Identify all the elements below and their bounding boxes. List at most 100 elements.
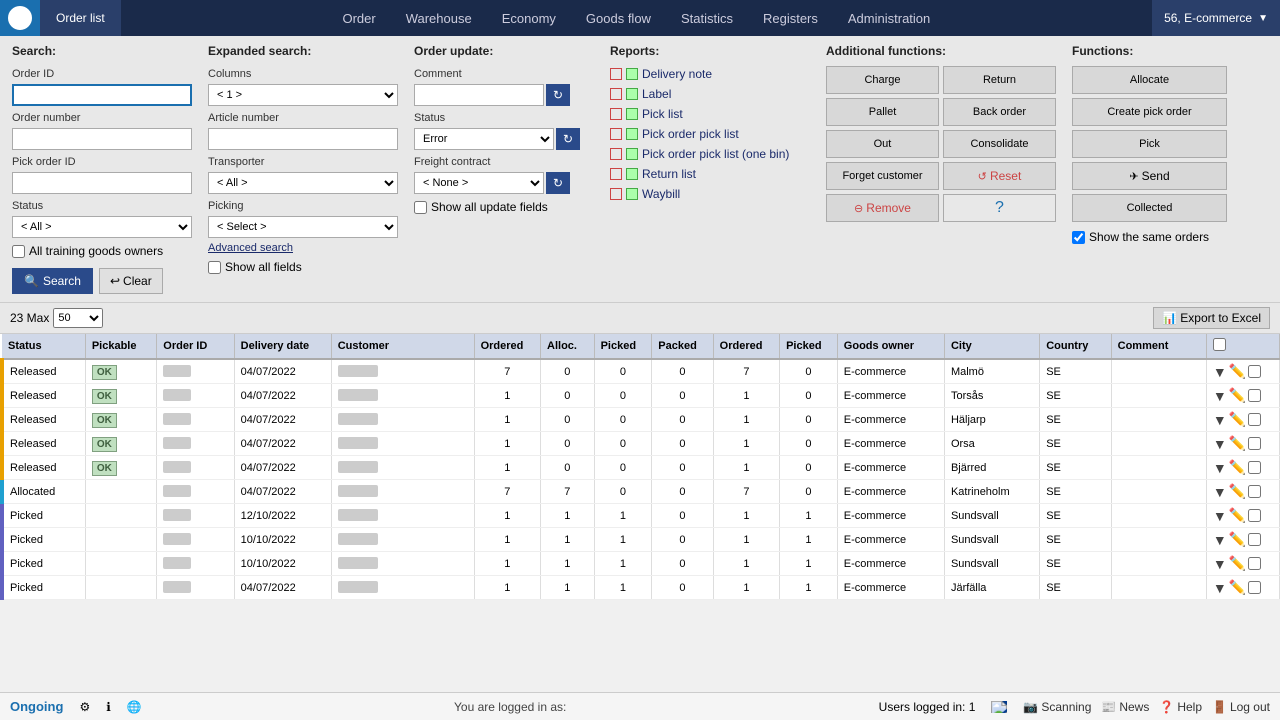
- export-to-excel-button[interactable]: 📊 Export to Excel: [1153, 307, 1270, 329]
- status-refresh-button[interactable]: ↻: [556, 128, 580, 150]
- col-header-picked2[interactable]: Picked: [780, 334, 838, 359]
- back-order-button[interactable]: Back order: [943, 98, 1056, 126]
- edit-button[interactable]: ✏️: [1229, 507, 1246, 524]
- charge-button[interactable]: Charge: [826, 66, 939, 94]
- expand-button[interactable]: ▼: [1213, 460, 1227, 476]
- report-pick-order-pick-list[interactable]: Pick order pick list: [610, 126, 810, 142]
- cell-order-id[interactable]: [157, 528, 234, 552]
- table-row[interactable]: Picked 04/07/2022 1 1 1 0 1 1 E-commerce…: [2, 576, 1280, 600]
- expand-button[interactable]: ▼: [1213, 532, 1227, 548]
- row-checkbox[interactable]: [1248, 581, 1261, 594]
- report-return-list[interactable]: Return list: [610, 166, 810, 182]
- col-header-status[interactable]: Status: [2, 334, 85, 359]
- forget-customer-button[interactable]: Forget customer: [826, 162, 939, 190]
- table-row[interactable]: Picked 10/10/2022 1 1 1 0 1 1 E-commerce…: [2, 528, 1280, 552]
- help-link[interactable]: ❓ Help: [1159, 700, 1202, 714]
- edit-button[interactable]: ✏️: [1229, 459, 1246, 476]
- edit-button[interactable]: ✏️: [1229, 483, 1246, 500]
- select-all-checkbox[interactable]: [1213, 338, 1226, 351]
- row-checkbox[interactable]: [1248, 365, 1261, 378]
- create-pick-order-button[interactable]: Create pick order: [1072, 98, 1227, 126]
- nav-goods-flow[interactable]: Goods flow: [572, 3, 665, 34]
- columns-select[interactable]: < 1 >: [208, 84, 398, 106]
- table-row[interactable]: Released OK 04/07/2022 1 0 0 0 1 0 E-com…: [2, 408, 1280, 432]
- nav-order[interactable]: Order: [328, 3, 389, 34]
- nav-warehouse[interactable]: Warehouse: [392, 3, 486, 34]
- table-scroll-area[interactable]: Status Pickable Order ID Delivery date C…: [0, 334, 1280, 692]
- table-row[interactable]: Released OK 04/07/2022 1 0 0 0 1 0 E-com…: [2, 384, 1280, 408]
- max-select[interactable]: 50: [53, 308, 103, 328]
- nav-registers[interactable]: Registers: [749, 3, 832, 34]
- col-header-picked1[interactable]: Picked: [594, 334, 652, 359]
- pick-order-id-input[interactable]: [12, 172, 192, 194]
- cell-order-id[interactable]: [157, 359, 234, 384]
- row-checkbox[interactable]: [1248, 533, 1261, 546]
- col-header-check[interactable]: [1206, 334, 1279, 359]
- edit-button[interactable]: ✏️: [1229, 435, 1246, 452]
- col-header-ordered1[interactable]: Ordered: [474, 334, 540, 359]
- col-header-comment[interactable]: Comment: [1111, 334, 1206, 359]
- transporter-select[interactable]: < All >: [208, 172, 398, 194]
- col-header-customer[interactable]: Customer: [331, 334, 474, 359]
- report-pick-list[interactable]: Pick list: [610, 106, 810, 122]
- consolidate-button[interactable]: Consolidate: [943, 130, 1056, 158]
- remove-button[interactable]: ⊖ Remove: [826, 194, 939, 222]
- row-checkbox[interactable]: [1248, 485, 1261, 498]
- col-header-delivery-date[interactable]: Delivery date: [234, 334, 331, 359]
- row-checkbox[interactable]: [1248, 509, 1261, 522]
- expand-button[interactable]: ▼: [1213, 364, 1227, 380]
- cell-order-id[interactable]: [157, 480, 234, 504]
- out-button[interactable]: Out: [826, 130, 939, 158]
- status-select[interactable]: < All >: [12, 216, 192, 238]
- return-button[interactable]: Return: [943, 66, 1056, 94]
- cell-order-id[interactable]: [157, 384, 234, 408]
- edit-button[interactable]: ✏️: [1229, 363, 1246, 380]
- update-status-select[interactable]: Error: [414, 128, 554, 150]
- show-same-orders-checkbox[interactable]: [1072, 231, 1085, 244]
- reset-button[interactable]: ↺ Reset: [943, 162, 1056, 190]
- expand-button[interactable]: ▼: [1213, 508, 1227, 524]
- gear-icon[interactable]: ⚙: [79, 700, 90, 714]
- show-all-fields-checkbox[interactable]: [208, 261, 221, 274]
- picking-select[interactable]: < Select >: [208, 216, 398, 238]
- row-checkbox[interactable]: [1248, 461, 1261, 474]
- col-header-order-id[interactable]: Order ID: [157, 334, 234, 359]
- edit-button[interactable]: ✏️: [1229, 387, 1246, 404]
- cell-order-id[interactable]: [157, 552, 234, 576]
- expand-button[interactable]: ▼: [1213, 556, 1227, 572]
- pick-button[interactable]: Pick: [1072, 130, 1227, 158]
- scanning-link[interactable]: 📷 Scanning: [1023, 700, 1091, 714]
- report-waybill[interactable]: Waybill: [610, 186, 810, 202]
- expand-button[interactable]: ▼: [1213, 436, 1227, 452]
- pallet-button[interactable]: Pallet: [826, 98, 939, 126]
- nav-administration[interactable]: Administration: [834, 3, 944, 34]
- expand-button[interactable]: ▼: [1213, 484, 1227, 500]
- all-training-checkbox[interactable]: [12, 245, 25, 258]
- col-header-city[interactable]: City: [944, 334, 1039, 359]
- clear-button[interactable]: ↩ Clear: [99, 268, 163, 294]
- freight-refresh-button[interactable]: ↻: [546, 172, 570, 194]
- edit-button[interactable]: ✏️: [1229, 531, 1246, 548]
- col-header-ordered2[interactable]: Ordered: [713, 334, 779, 359]
- allocate-button[interactable]: Allocate: [1072, 66, 1227, 94]
- table-row[interactable]: Picked 12/10/2022 1 1 1 0 1 1 E-commerce…: [2, 504, 1280, 528]
- freight-select[interactable]: < None >: [414, 172, 544, 194]
- order-number-input[interactable]: [12, 128, 192, 150]
- edit-button[interactable]: ✏️: [1229, 411, 1246, 428]
- edit-button[interactable]: ✏️: [1229, 579, 1246, 596]
- row-checkbox[interactable]: [1248, 413, 1261, 426]
- report-delivery-note[interactable]: Delivery note: [610, 66, 810, 82]
- send-button[interactable]: ✈ Send: [1072, 162, 1227, 190]
- article-number-input[interactable]: [208, 128, 398, 150]
- report-pick-order-one-bin[interactable]: Pick order pick list (one bin): [610, 146, 810, 162]
- edit-button[interactable]: ✏️: [1229, 555, 1246, 572]
- col-header-country[interactable]: Country: [1040, 334, 1111, 359]
- row-checkbox[interactable]: [1248, 437, 1261, 450]
- order-list-tab[interactable]: Order list: [40, 0, 121, 36]
- expand-button[interactable]: ▼: [1213, 580, 1227, 596]
- help-question-button[interactable]: ?: [943, 194, 1056, 222]
- expand-button[interactable]: ▼: [1213, 388, 1227, 404]
- col-header-goods-owner[interactable]: Goods owner: [837, 334, 944, 359]
- nav-statistics[interactable]: Statistics: [667, 3, 747, 34]
- table-row[interactable]: Allocated 04/07/2022 7 7 0 0 7 0 E-comme…: [2, 480, 1280, 504]
